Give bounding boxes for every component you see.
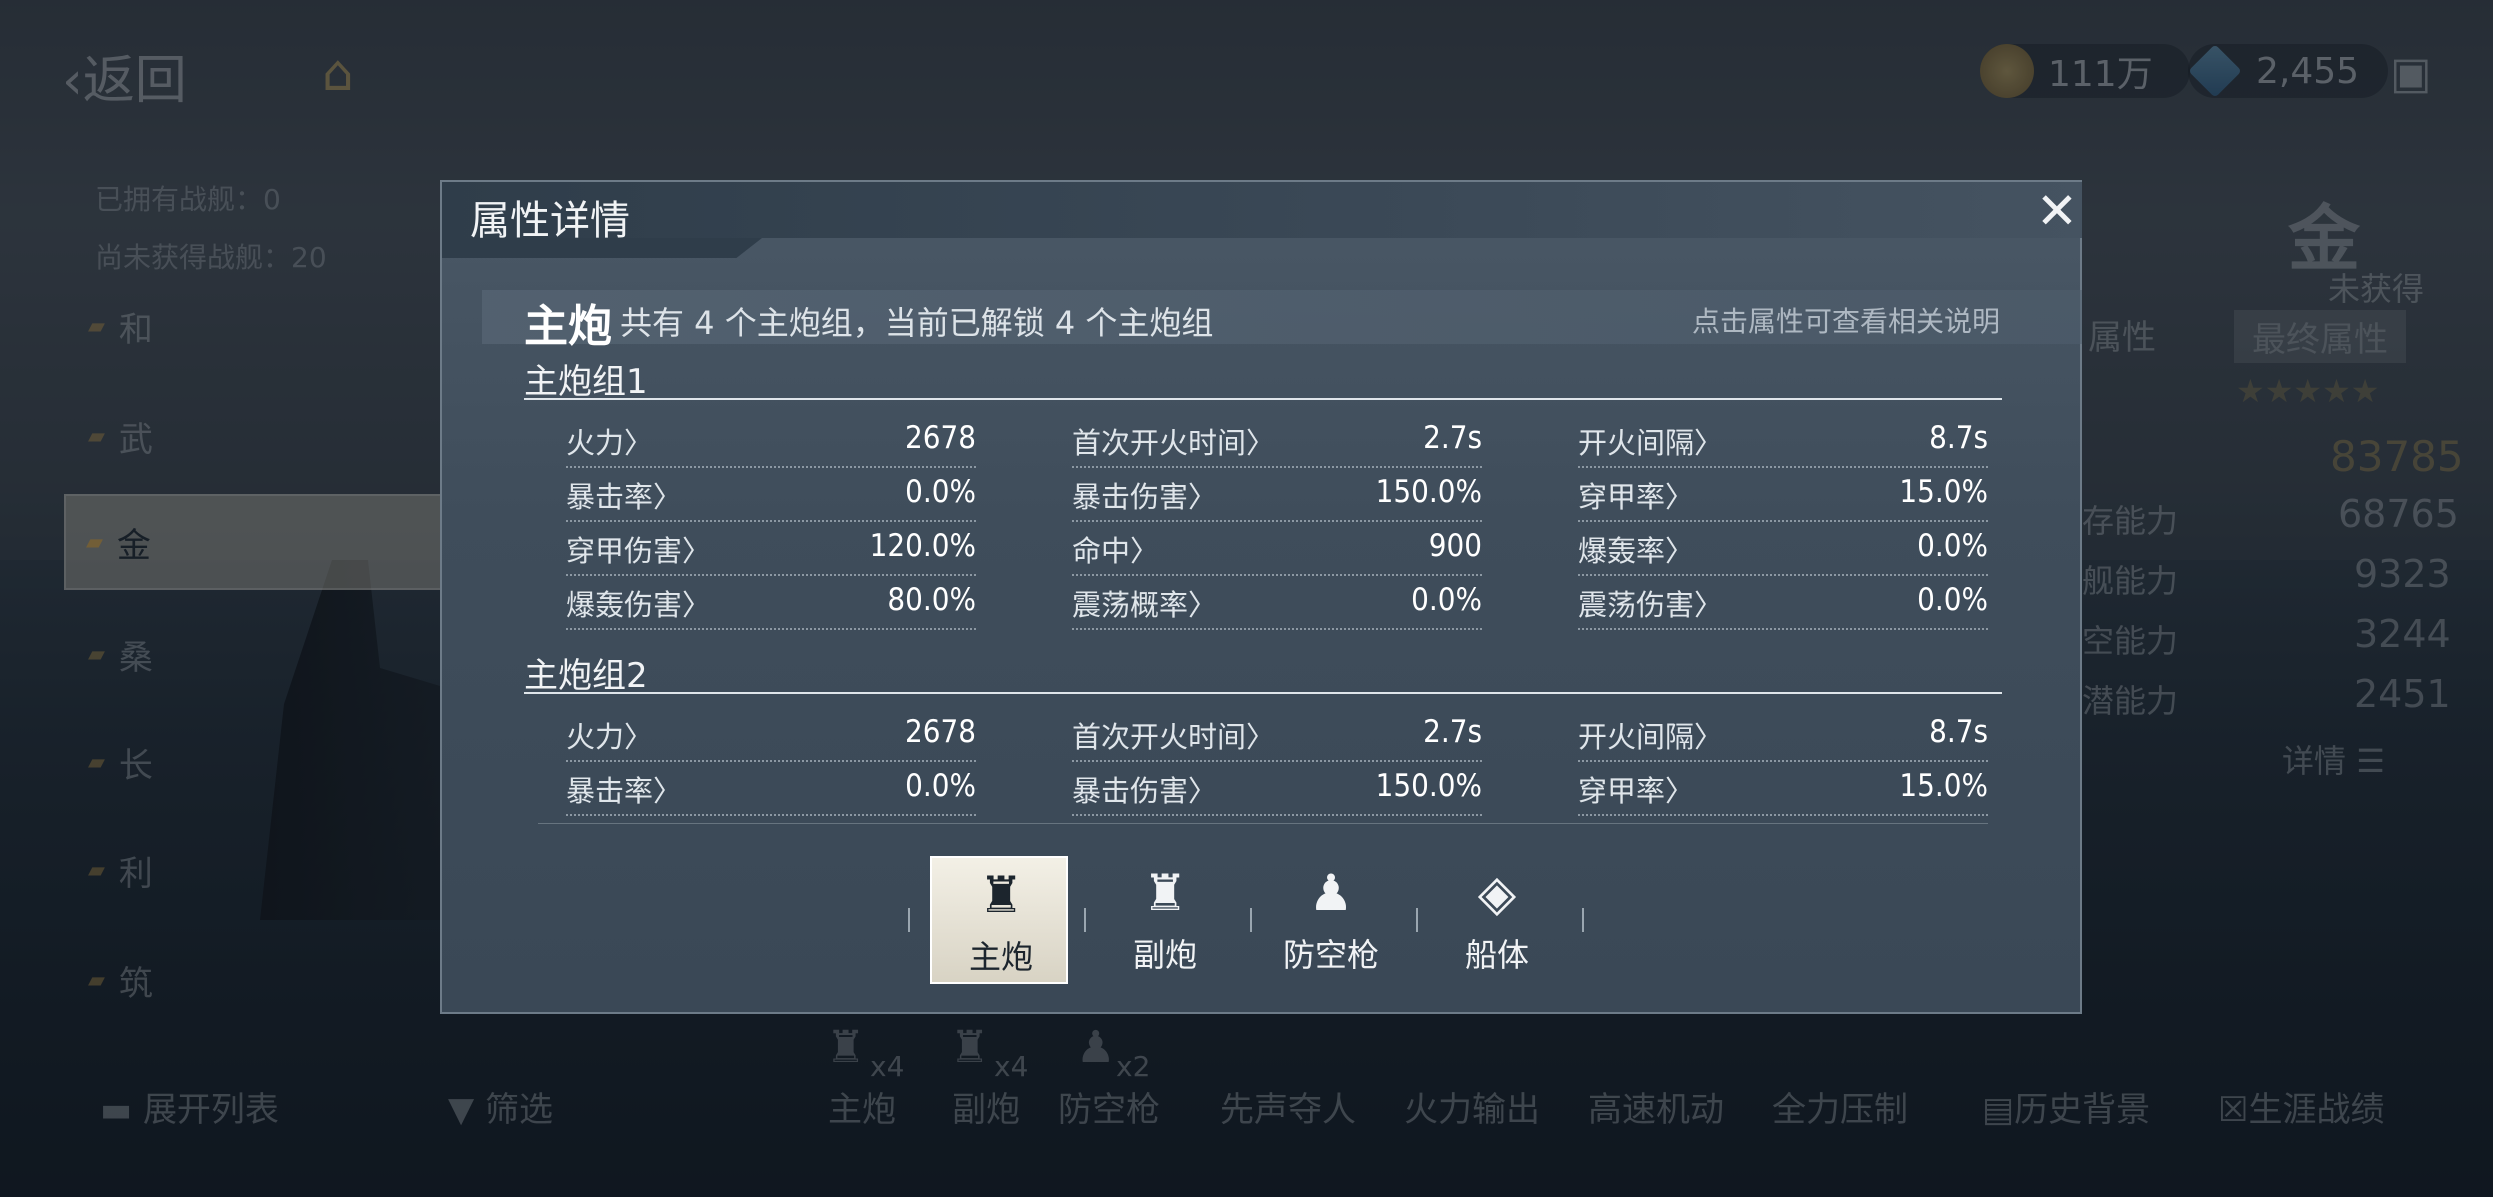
list-bottom-divider <box>538 823 1988 824</box>
tab-divider <box>1582 908 1584 932</box>
hull-icon: ◈ <box>1477 864 1517 922</box>
stat-value: 80.0% <box>887 582 976 618</box>
group-title: 主炮组2 <box>524 656 648 696</box>
tab-main-gun[interactable]: ♜ 主炮 <box>930 856 1068 984</box>
stat-row[interactable]: 首次开火时间〉 2.7s <box>1072 708 1482 762</box>
secondary-gun-icon: ♜ <box>1142 864 1188 922</box>
stat-value: 2.7s <box>1423 714 1482 750</box>
stat-name: 爆轰伤害〉 <box>566 588 712 622</box>
tab-label: 船体 <box>1464 936 1529 974</box>
stat-value: 150.0% <box>1375 474 1482 510</box>
stat-row[interactable]: 穿甲伤害〉 120.0% <box>566 522 976 576</box>
stat-name: 穿甲率〉 <box>1578 480 1695 514</box>
stat-value: 8.7s <box>1929 420 1988 456</box>
close-icon[interactable]: ✕ <box>2036 182 2078 240</box>
stat-name: 爆轰率〉 <box>1578 534 1695 568</box>
stat-value: 150.0% <box>1375 768 1482 804</box>
stat-row[interactable]: 穿甲率〉 15.0% <box>1578 762 1988 816</box>
stat-row[interactable]: 暴击率〉 0.0% <box>566 468 976 522</box>
group-divider <box>524 692 2002 694</box>
stat-name: 首次开火时间〉 <box>1072 720 1276 754</box>
stat-row[interactable]: 震荡概率〉 0.0% <box>1072 576 1482 630</box>
stat-value: 0.0% <box>905 474 976 510</box>
tab-label: 副炮 <box>1132 936 1197 974</box>
stat-row[interactable]: 火力〉 2678 <box>566 708 976 762</box>
main-gun-icon: ♜ <box>978 866 1024 924</box>
stat-name: 命中〉 <box>1072 534 1160 568</box>
stat-row[interactable]: 穿甲率〉 15.0% <box>1578 468 1988 522</box>
stat-row[interactable]: 首次开火时间〉 2.7s <box>1072 414 1482 468</box>
stat-row[interactable]: 火力〉 2678 <box>566 414 976 468</box>
tab-label: 主炮 <box>968 938 1033 976</box>
group-title: 主炮组1 <box>524 362 648 402</box>
dialog-header <box>442 182 2082 238</box>
section-description: 共有 4 个主炮组，当前已解锁 4 个主炮组 <box>620 304 1214 342</box>
stat-row[interactable]: 暴击伤害〉 150.0% <box>1072 762 1482 816</box>
stat-row[interactable]: 开火间隔〉 8.7s <box>1578 414 1988 468</box>
stat-value: 0.0% <box>905 768 976 804</box>
stat-value: 120.0% <box>869 528 976 564</box>
stat-name: 震荡概率〉 <box>1072 588 1218 622</box>
stat-name: 火力〉 <box>566 426 654 460</box>
stat-row[interactable]: 暴击伤害〉 150.0% <box>1072 468 1482 522</box>
stat-row[interactable]: 暴击率〉 0.0% <box>566 762 976 816</box>
aa-gun-icon: ♟ <box>1308 864 1354 922</box>
stat-value: 15.0% <box>1899 474 1988 510</box>
dialog-title: 属性详情 <box>470 198 630 244</box>
attribute-detail-dialog: 属性详情 ✕ 主炮 共有 4 个主炮组，当前已解锁 4 个主炮组 点击属性可查看… <box>440 180 2082 1014</box>
stat-row[interactable]: 爆轰率〉 0.0% <box>1578 522 1988 576</box>
stat-name: 暴击伤害〉 <box>1072 774 1218 808</box>
stat-name: 穿甲率〉 <box>1578 774 1695 808</box>
stat-name: 暴击伤害〉 <box>1072 480 1218 514</box>
stat-name: 开火间隔〉 <box>1578 720 1724 754</box>
tab-divider <box>1084 908 1086 932</box>
stat-row[interactable]: 命中〉 900 <box>1072 522 1482 576</box>
stat-name: 暴击率〉 <box>566 774 683 808</box>
stat-name: 震荡伤害〉 <box>1578 588 1724 622</box>
section-title: 主炮 <box>524 301 612 352</box>
stat-name: 首次开火时间〉 <box>1072 426 1276 460</box>
stat-name: 火力〉 <box>566 720 654 754</box>
stat-value: 8.7s <box>1929 714 1988 750</box>
section-hint: 点击属性可查看相关说明 <box>1692 305 2001 338</box>
tab-divider <box>908 908 910 932</box>
stat-value: 0.0% <box>1411 582 1482 618</box>
stat-row[interactable]: 开火间隔〉 8.7s <box>1578 708 1988 762</box>
stat-name: 穿甲伤害〉 <box>566 534 712 568</box>
tab-label: 防空枪 <box>1282 936 1379 974</box>
tab-hull[interactable]: ◈ 船体 <box>1428 856 1566 984</box>
stat-value: 2678 <box>905 714 976 750</box>
stat-value: 2678 <box>905 420 976 456</box>
tab-divider <box>1250 908 1252 932</box>
tab-divider <box>1416 908 1418 932</box>
stat-value: 900 <box>1428 528 1482 564</box>
stat-row[interactable]: 震荡伤害〉 0.0% <box>1578 576 1988 630</box>
stat-value: 0.0% <box>1917 582 1988 618</box>
stat-value: 15.0% <box>1899 768 1988 804</box>
tab-aa-gun[interactable]: ♟ 防空枪 <box>1262 856 1400 984</box>
stat-value: 2.7s <box>1423 420 1482 456</box>
tab-secondary-gun[interactable]: ♜ 副炮 <box>1096 856 1234 984</box>
stat-name: 开火间隔〉 <box>1578 426 1724 460</box>
stat-row[interactable]: 爆轰伤害〉 80.0% <box>566 576 976 630</box>
stat-name: 暴击率〉 <box>566 480 683 514</box>
stat-value: 0.0% <box>1917 528 1988 564</box>
group-divider <box>524 398 2002 400</box>
